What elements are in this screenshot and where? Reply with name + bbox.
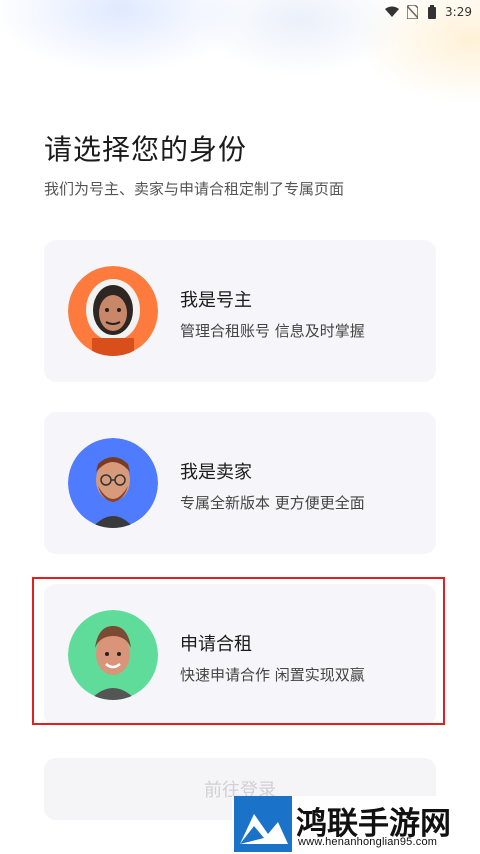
watermark: 鸿联手游网 www.henanhonglian95.com (232, 796, 480, 854)
selection-highlight (32, 577, 445, 725)
status-time: 3:29 (445, 5, 472, 19)
battery-icon (425, 5, 439, 19)
page-subtitle: 我们为号主、卖家与申请合租定制了专属页面 (44, 180, 345, 198)
no-sim-icon (405, 5, 419, 19)
astronaut-avatar (68, 266, 158, 356)
role-title: 我是卖家 (180, 462, 252, 483)
bearded-man-avatar (68, 438, 158, 528)
role-description: 专属全新版本 更方便更全面 (180, 494, 365, 512)
watermark-url: www.henanhonglian95.com (298, 836, 438, 848)
page-title: 请选择您的身份 (44, 133, 248, 166)
status-bar: 3:29 (0, 0, 480, 24)
role-card-seller[interactable]: 我是卖家 专属全新版本 更方便更全面 (44, 412, 436, 554)
role-card-owner[interactable]: 我是号主 管理合租账号 信息及时掌握 (44, 240, 436, 382)
wifi-icon (385, 5, 400, 19)
role-description: 管理合租账号 信息及时掌握 (180, 322, 365, 340)
watermark-logo-icon (234, 796, 292, 852)
role-title: 我是号主 (180, 290, 252, 311)
